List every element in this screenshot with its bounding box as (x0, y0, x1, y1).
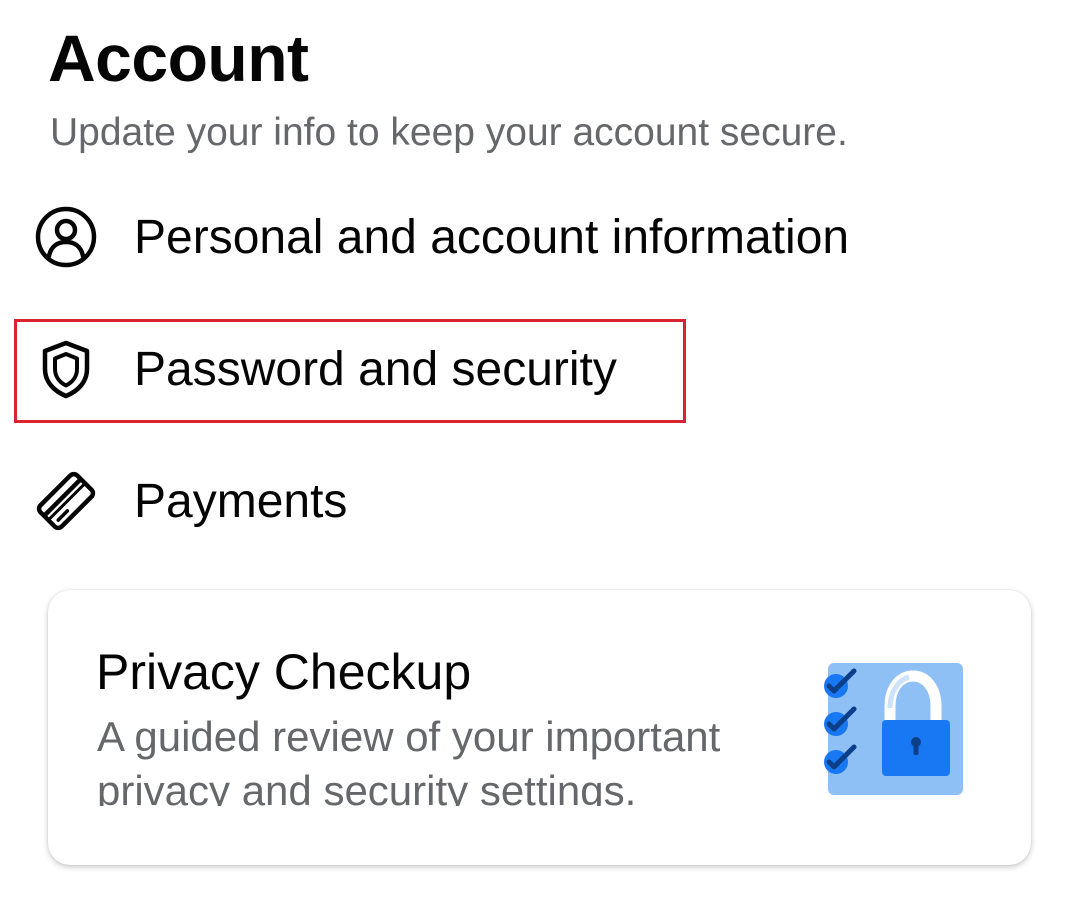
privacy-checkup-description: A guided review of your important privac… (97, 713, 721, 806)
privacy-checkup-title: Privacy Checkup (96, 644, 472, 700)
menu-item-password-and-security[interactable]: Password and security (34, 329, 617, 409)
account-settings-page: Account Update your info to keep your ac… (0, 0, 1080, 915)
credit-card-icon (34, 469, 98, 533)
menu-item-personal-information[interactable]: Personal and account information (34, 197, 849, 277)
menu-item-label: Personal and account information (134, 210, 850, 264)
account-subtitle: Update your info to keep your account se… (50, 111, 848, 154)
shield-icon (34, 337, 98, 401)
checklist-lock-icon (818, 658, 968, 798)
menu-item-label: Password and security (134, 342, 617, 396)
menu-item-payments[interactable]: Payments (34, 461, 347, 541)
account-title: Account (48, 21, 309, 95)
menu-item-label: Payments (134, 474, 348, 528)
privacy-checkup-card[interactable]: Privacy Checkup A guided review of your … (48, 590, 1031, 865)
person-circle-icon (34, 205, 98, 269)
